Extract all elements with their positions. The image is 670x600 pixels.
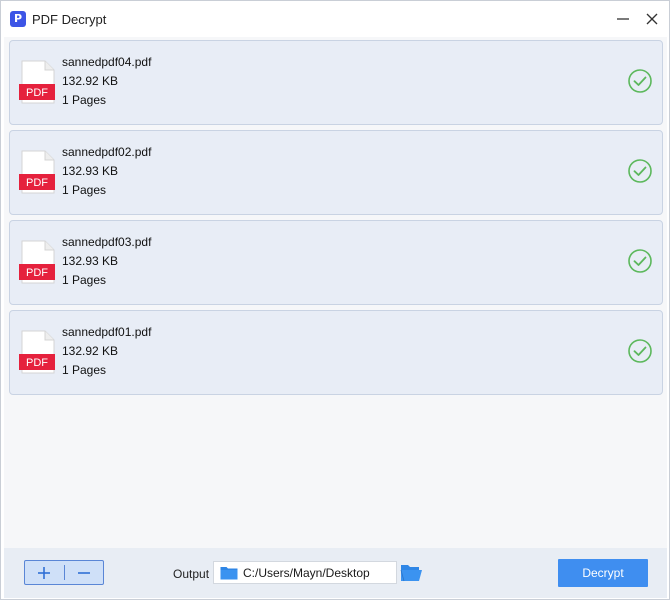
pdf-badge-label: PDF — [26, 357, 48, 369]
file-size: 132.93 KB — [62, 164, 119, 178]
file-size: 132.92 KB — [62, 74, 119, 88]
file-name: sannedpdf01.pdf — [62, 325, 152, 339]
bottom-toolbar: Output C:/Users/Mayn/Desktop Decrypt — [4, 548, 667, 598]
pdf-badge-label: PDF — [26, 267, 48, 279]
remove-file-button[interactable] — [64, 561, 103, 584]
done-check-icon — [628, 339, 652, 363]
file-name: sannedpdf03.pdf — [62, 235, 152, 249]
close-button[interactable] — [640, 7, 664, 31]
browse-folder-button[interactable] — [400, 562, 424, 584]
app-logo-icon: P — [10, 11, 26, 27]
minus-icon — [77, 571, 90, 574]
pdf-badge-label: PDF — [26, 87, 48, 99]
file-pages: 1 Pages — [62, 183, 107, 197]
file-item[interactable]: PDF sannedpdf02.pdf 132.93 KB 1 Pages — [9, 130, 663, 215]
pdf-file-icon: PDF — [19, 330, 55, 374]
pdf-file-icon: PDF — [19, 240, 55, 284]
done-check-icon — [628, 69, 652, 93]
minimize-button[interactable] — [611, 7, 635, 31]
output-path-field[interactable]: C:/Users/Mayn/Desktop — [213, 561, 397, 584]
add-remove-group — [24, 560, 104, 585]
open-folder-icon — [400, 565, 422, 582]
file-item[interactable]: PDF sannedpdf04.pdf 132.92 KB 1 Pages — [9, 40, 663, 125]
output-path-value: C:/Users/Mayn/Desktop — [243, 566, 370, 580]
file-size: 132.93 KB — [62, 254, 119, 268]
output-label: Output — [173, 567, 210, 581]
file-name: sannedpdf02.pdf — [62, 145, 152, 159]
folder-icon — [220, 567, 238, 580]
file-item[interactable]: PDF sannedpdf01.pdf 132.92 KB 1 Pages — [9, 310, 663, 395]
done-check-icon — [628, 249, 652, 273]
pdf-file-icon: PDF — [19, 150, 55, 194]
window-title: PDF Decrypt — [32, 12, 107, 27]
file-list: PDF sannedpdf04.pdf 132.92 KB 1 Pages PD… — [9, 40, 663, 400]
pdf-decrypt-window: P PDF Decrypt PDF sannedpdf04.pdf 132.92… — [0, 0, 670, 600]
close-icon — [646, 13, 658, 25]
file-list-area[interactable]: PDF sannedpdf04.pdf 132.92 KB 1 Pages PD… — [4, 37, 667, 548]
plus-icon — [38, 566, 51, 579]
minimize-icon — [617, 18, 629, 20]
file-name: sannedpdf04.pdf — [62, 55, 152, 69]
file-pages: 1 Pages — [62, 273, 107, 287]
pdf-file-icon: PDF — [19, 60, 55, 104]
title-bar: P PDF Decrypt — [1, 1, 669, 37]
pdf-badge-label: PDF — [26, 177, 48, 189]
file-pages: 1 Pages — [62, 93, 107, 107]
file-item[interactable]: PDF sannedpdf03.pdf 132.93 KB 1 Pages — [9, 220, 663, 305]
add-file-button[interactable] — [25, 561, 64, 584]
done-check-icon — [628, 159, 652, 183]
file-size: 132.92 KB — [62, 344, 119, 358]
file-pages: 1 Pages — [62, 363, 107, 377]
decrypt-button[interactable]: Decrypt — [558, 559, 648, 587]
